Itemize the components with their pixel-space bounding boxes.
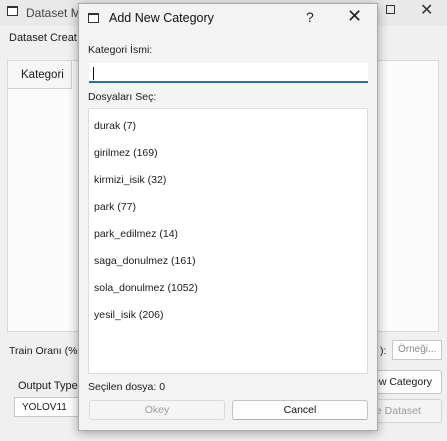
- category-name-label: Kategori İsmi:: [88, 44, 153, 56]
- output-type-label: Output Type: [18, 380, 78, 392]
- output-type-value: YOLOV11: [22, 402, 67, 413]
- list-item[interactable]: sola_donulmez (1052): [94, 282, 198, 294]
- create-dataset-button[interactable]: te Dataset: [368, 399, 442, 423]
- label-fragment: ):: [380, 345, 387, 357]
- list-item[interactable]: yesil_isik (206): [94, 309, 163, 321]
- selected-files-count: Seçilen dosya: 0: [88, 381, 166, 393]
- list-item[interactable]: park_edilmez (14): [94, 228, 178, 240]
- close-icon[interactable]: ✕: [347, 6, 362, 27]
- file-list[interactable]: durak (7) girilmez (169) kirmizi_isik (3…: [88, 108, 368, 374]
- help-icon[interactable]: ?: [306, 9, 314, 25]
- dialog-titlebar: Add New Category ? ✕: [79, 4, 377, 32]
- list-item[interactable]: park (77): [94, 201, 136, 213]
- list-item[interactable]: girilmez (169): [94, 147, 158, 159]
- list-item[interactable]: durak (7): [94, 120, 136, 132]
- maximize-icon[interactable]: [386, 5, 395, 14]
- app-window-icon: [7, 6, 18, 16]
- files-label: Dosyaları Seç:: [88, 91, 157, 103]
- cancel-button[interactable]: Cancel: [232, 400, 368, 420]
- add-category-dialog: Add New Category ? ✕ Kategori İsmi: Dosy…: [78, 3, 378, 431]
- dialog-window-icon: [88, 13, 99, 23]
- main-window-title: Dataset M: [26, 6, 81, 20]
- new-category-button-label: ew Category: [373, 376, 432, 388]
- tab-kategori[interactable]: Kategori: [8, 61, 72, 89]
- tab-kategori-label: Kategori: [21, 69, 64, 81]
- ok-button[interactable]: Okey: [89, 400, 225, 420]
- main-menu-label[interactable]: Dataset Creat: [9, 32, 77, 44]
- list-item[interactable]: kirmizi_isik (32): [94, 174, 166, 186]
- new-category-button[interactable]: ew Category: [368, 370, 442, 394]
- main-close-icon[interactable]: ✕: [420, 0, 433, 20]
- train-ratio-label: Train Oranı (%: [9, 345, 78, 357]
- example-input-placeholder: Örneği...: [398, 344, 437, 355]
- list-item[interactable]: saga_donulmez (161): [94, 255, 196, 267]
- output-type-select[interactable]: YOLOV11: [14, 397, 80, 417]
- example-input[interactable]: Örneği...: [392, 340, 442, 360]
- text-caret: [93, 67, 94, 80]
- category-name-input[interactable]: [89, 63, 368, 83]
- dialog-title: Add New Category: [109, 11, 214, 25]
- create-dataset-button-label: te Dataset: [373, 405, 421, 417]
